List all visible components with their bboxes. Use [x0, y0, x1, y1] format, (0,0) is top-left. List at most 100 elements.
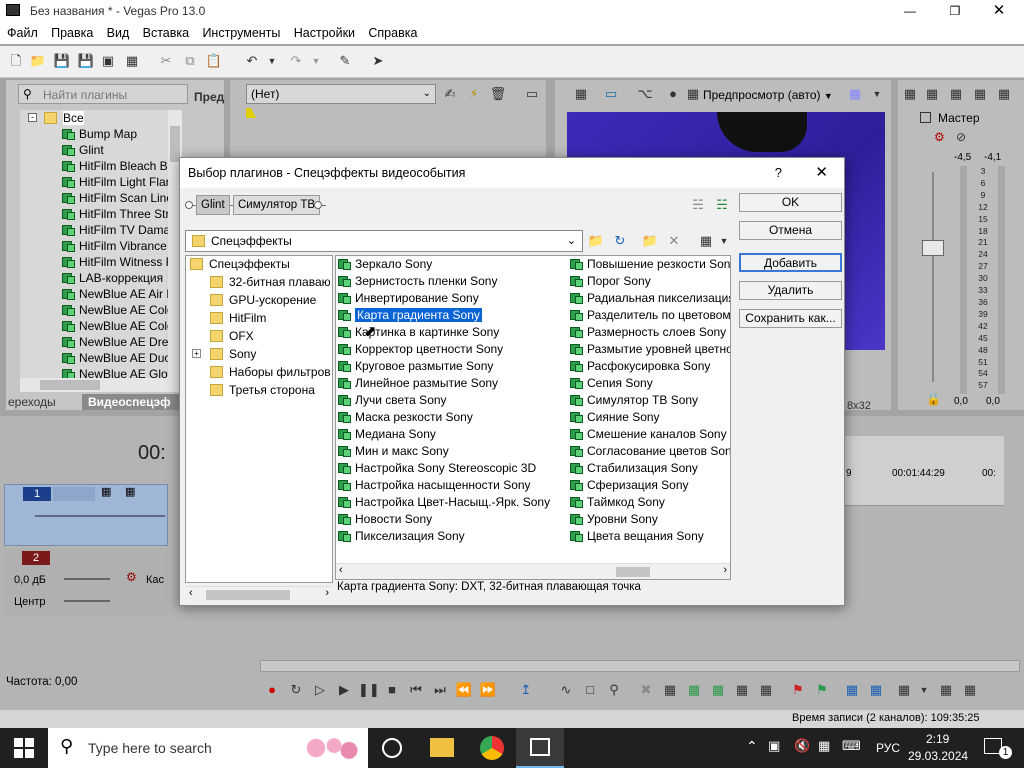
record-icon[interactable]: ● [262, 680, 282, 700]
plugin-list-item[interactable]: Уровни Sony [570, 511, 658, 528]
ok-button[interactable]: OK [739, 193, 842, 212]
save-icon[interactable]: 💾 [52, 51, 72, 71]
track-2-volume-slider[interactable] [64, 578, 110, 580]
lock2-icon[interactable]: ▦ [756, 680, 776, 700]
scroll-left-icon[interactable]: ‹ [339, 564, 343, 576]
plugin-list-item[interactable]: Радиальная пикселизация [570, 290, 730, 307]
track-1-name-field[interactable] [53, 487, 95, 501]
menu-file[interactable]: Файл [7, 22, 38, 44]
plugin-list-item[interactable]: Размерность слоев Sony [570, 324, 726, 341]
tray-time[interactable]: 2:19 [926, 732, 949, 746]
plugin-item[interactable]: NewBlue AE Color [62, 302, 168, 319]
tray-language[interactable]: РУС [876, 728, 900, 768]
tool-normal-icon[interactable]: ✎ [335, 51, 355, 71]
view-mode-dropdown-icon[interactable]: ▼ [714, 231, 734, 251]
preset-lightning-icon[interactable]: ⚡ [464, 84, 484, 104]
preview-split-icon[interactable]: ⌥ [635, 84, 655, 104]
plugin-item[interactable]: Bump Map [62, 126, 137, 143]
new-file-icon[interactable]: 🗋 [6, 51, 26, 71]
snap-icon[interactable]: ▦ [708, 680, 728, 700]
chain-remove-icon[interactable]: ☵ [688, 195, 708, 215]
tree-item[interactable]: GPU-ускорение [210, 292, 316, 309]
plugin-list-item[interactable]: Мин и макс Sony [338, 443, 449, 460]
cancel-button[interactable]: Отмена [739, 221, 842, 240]
pane-tab-transitions[interactable]: ереходы [6, 394, 78, 410]
maximize-icon[interactable]: ❐ [940, 0, 970, 22]
folder-combo[interactable]: Спецэффекты ⌄ [185, 230, 583, 252]
tool-pointer-icon[interactable]: ➤ [368, 51, 388, 71]
lock-icon[interactable]: ▦ [732, 680, 752, 700]
copy-icon[interactable]: ⧉ [180, 51, 200, 71]
delete-icon[interactable]: ✕ [664, 231, 684, 251]
delete-icon[interactable]: ✖ [636, 680, 656, 700]
master-mute-icon[interactable]: ⊘ [956, 130, 966, 144]
preview-mode-select[interactable]: Предпросмотр (авто) ▼ [703, 88, 833, 102]
trim-icon[interactable]: ▦ [660, 680, 680, 700]
zoom-tool-icon[interactable]: ⚲ [604, 680, 624, 700]
next-frame-icon[interactable]: ⏩ [478, 680, 498, 700]
vegas-taskbar-icon[interactable] [516, 728, 564, 768]
ignore-grouping-icon[interactable]: ▦ [894, 680, 914, 700]
plugin-list-item[interactable]: Сияние Sony [570, 409, 660, 426]
new-folder-icon[interactable]: 📁 [640, 231, 660, 251]
scroll-thumb[interactable] [40, 380, 100, 390]
tray-chevron-icon[interactable]: ⌃ [746, 738, 758, 755]
dialog-close-icon[interactable]: ✕ [815, 158, 828, 188]
plugin-list-item[interactable]: Сепия Sony [570, 375, 653, 392]
plugin-list-item[interactable]: Маска резкости Sony [338, 409, 473, 426]
auto-ripple-icon[interactable]: ▦ [842, 680, 862, 700]
undo-icon[interactable]: ↶ [242, 51, 262, 71]
tray-volume-icon[interactable]: 🔇 [794, 738, 810, 754]
plugin-item[interactable]: NewBlue AE Glow [62, 366, 168, 378]
windows-start-icon[interactable] [14, 738, 34, 758]
timeline-hscroll[interactable] [260, 660, 1020, 672]
close-icon[interactable]: ✕ [984, 0, 1014, 22]
plugin-item[interactable]: HitFilm Witness Pr [62, 254, 168, 271]
track-2-pan-slider[interactable] [64, 600, 110, 602]
master-fx2-icon[interactable]: ▦ [970, 84, 990, 104]
scroll-right-icon[interactable]: › [325, 587, 329, 599]
add-button[interactable]: Добавить [739, 253, 842, 272]
scroll-thumb[interactable] [616, 567, 650, 577]
master-fx-icon[interactable]: ▦ [946, 84, 966, 104]
plugin-list-item[interactable]: Расфокусировка Sony [570, 358, 710, 375]
pane-tab-video-fx[interactable]: Видеоспецэф [82, 394, 192, 410]
preview-copy-icon[interactable]: ▦ [683, 84, 703, 104]
plugin-item[interactable]: LAB-коррекция [62, 270, 163, 287]
menu-view[interactable]: Вид [107, 22, 130, 44]
plugin-list-item[interactable]: Зеркало Sony [338, 256, 432, 273]
redo-dropdown-icon[interactable]: ▼ [306, 51, 326, 71]
preview-record-icon[interactable]: ● [663, 84, 683, 104]
cut-icon[interactable]: ✂ [156, 51, 176, 71]
go-end-icon[interactable]: ⏭ [430, 680, 450, 700]
plugin-list-item[interactable]: Цвета вещания Sony [570, 528, 704, 545]
plugin-search-input[interactable]: ⚲ Найти плагины [18, 84, 188, 104]
task-view-icon[interactable] [382, 738, 402, 758]
plugin-list-item[interactable]: Стабилизация Sony [570, 460, 698, 477]
master-fx-gear-icon[interactable]: ⚙ [934, 130, 945, 144]
ripple-dropdown-icon[interactable]: ▼ [914, 680, 934, 700]
plugin-list-item-selected[interactable]: Карта градиента Sony [338, 307, 483, 324]
refresh-icon[interactable]: ↻ [610, 231, 630, 251]
paste-icon[interactable]: 📋 [204, 51, 224, 71]
minimize-icon[interactable]: — [895, 0, 925, 22]
plugin-list-item[interactable]: Пикселизация Sony [338, 528, 465, 545]
go-start-icon[interactable]: ⏮ [406, 680, 426, 700]
preset-select[interactable]: (Нет) ⌄ [246, 84, 436, 104]
selection-tool-icon[interactable]: □ [580, 680, 600, 700]
open-folder-icon[interactable]: 📁 [28, 51, 48, 71]
plugin-list-item[interactable]: Симулятор ТВ Sony [570, 392, 698, 409]
loop-icon[interactable]: ↻ [286, 680, 306, 700]
plugin-item[interactable]: HitFilm Vibrance [62, 238, 167, 255]
redo-icon[interactable]: ↷ [286, 51, 306, 71]
taskbar-search-input[interactable]: ⚲ Type here to search [48, 728, 368, 768]
pause-icon[interactable]: ❚❚ [358, 680, 380, 700]
scroll-right-icon[interactable]: › [723, 564, 727, 576]
preview-monitor-icon[interactable]: ▭ [601, 84, 621, 104]
help-icon[interactable]: ? [775, 158, 782, 188]
plugin-tree-root[interactable]: Все [44, 110, 84, 127]
menu-tools[interactable]: Инструменты [202, 22, 280, 44]
track-1-composite-icon[interactable]: ▦ [101, 485, 111, 498]
grid-icon[interactable]: ▦ [845, 84, 865, 104]
plugin-list-item[interactable]: Линейное размытие Sony [338, 375, 498, 392]
